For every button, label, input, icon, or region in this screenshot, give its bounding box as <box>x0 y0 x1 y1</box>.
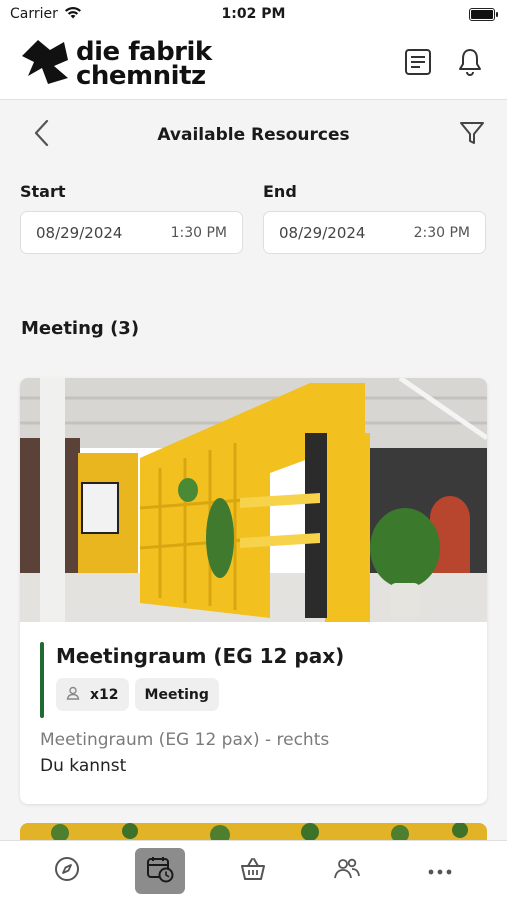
card-head-content: Meetingraum (EG 12 pax) x12 Meeting <box>56 642 344 718</box>
chevron-left-icon <box>33 119 49 151</box>
filter-icon <box>459 120 485 150</box>
tab-more[interactable] <box>415 848 465 894</box>
time-range: Start 08/29/2024 1:30 PM End 08/29/2024 … <box>20 182 487 254</box>
tab-community[interactable] <box>322 848 372 894</box>
resource-chips: x12 Meeting <box>56 678 344 711</box>
wifi-icon <box>64 6 82 23</box>
notes-button[interactable] <box>403 48 433 80</box>
filter-button[interactable] <box>457 120 487 150</box>
people-icon <box>333 857 361 885</box>
tab-shop[interactable] <box>228 848 278 894</box>
end-time: 2:30 PM <box>413 224 470 241</box>
brand-wordmark: die fabrik chemnitz <box>76 36 212 91</box>
card-body: Meetingraum (EG 12 pax) x12 Meeting Meet… <box>20 622 487 776</box>
compass-icon <box>54 856 80 886</box>
end-label: End <box>263 182 297 201</box>
category-label: Meeting <box>144 686 209 703</box>
nav-row: Available Resources <box>0 110 507 160</box>
resource-description: Du kannst <box>40 756 127 776</box>
start-column: Start 08/29/2024 1:30 PM <box>20 182 243 254</box>
room-photo <box>20 378 487 622</box>
section-title: Meeting (3) <box>21 318 140 339</box>
start-time: 1:30 PM <box>170 224 227 241</box>
end-column: End 08/29/2024 2:30 PM <box>263 182 486 254</box>
tab-bookings[interactable] <box>135 847 186 894</box>
brand-line-2: chemnitz <box>76 60 206 91</box>
capacity-chip: x12 <box>56 678 129 711</box>
resource-card[interactable]: Meetingraum (EG 12 pax) x12 Meeting Meet… <box>20 378 487 804</box>
capacity-value: x12 <box>90 686 119 703</box>
accent-bar <box>40 642 44 718</box>
lightning-logo-icon <box>20 38 70 90</box>
category-chip: Meeting <box>134 678 219 711</box>
status-bar: Carrier 1:02 PM <box>0 0 507 28</box>
back-button[interactable] <box>26 119 56 151</box>
notes-icon <box>404 48 432 80</box>
end-datetime-field[interactable]: 08/29/2024 2:30 PM <box>263 211 486 254</box>
app-header: die fabrik chemnitz <box>0 28 507 100</box>
brand-line-1: die fabrik <box>76 36 212 67</box>
more-icon <box>428 861 452 880</box>
card-head: Meetingraum (EG 12 pax) x12 Meeting <box>40 642 467 718</box>
person-icon <box>66 686 80 704</box>
notifications-button[interactable] <box>455 48 485 80</box>
brand-logo[interactable]: die fabrik chemnitz <box>20 38 212 90</box>
start-label: Start <box>20 182 66 201</box>
status-left: Carrier <box>10 6 82 23</box>
battery-icon <box>469 7 498 21</box>
carrier-label: Carrier <box>10 6 58 22</box>
basket-icon <box>239 856 267 886</box>
end-date: 08/29/2024 <box>279 223 366 242</box>
tab-bar <box>0 840 507 900</box>
resource-title: Meetingraum (EG 12 pax) <box>56 644 345 668</box>
tab-explore[interactable] <box>42 848 92 894</box>
bell-icon <box>457 48 483 80</box>
header-actions <box>403 48 485 80</box>
page-title: Available Resources <box>157 125 350 145</box>
resource-subtitle: Meetingraum (EG 12 pax) - rechts <box>40 730 330 750</box>
start-datetime-field[interactable]: 08/29/2024 1:30 PM <box>20 211 243 254</box>
start-date: 08/29/2024 <box>36 223 123 242</box>
calendar-clock-icon <box>146 855 174 887</box>
